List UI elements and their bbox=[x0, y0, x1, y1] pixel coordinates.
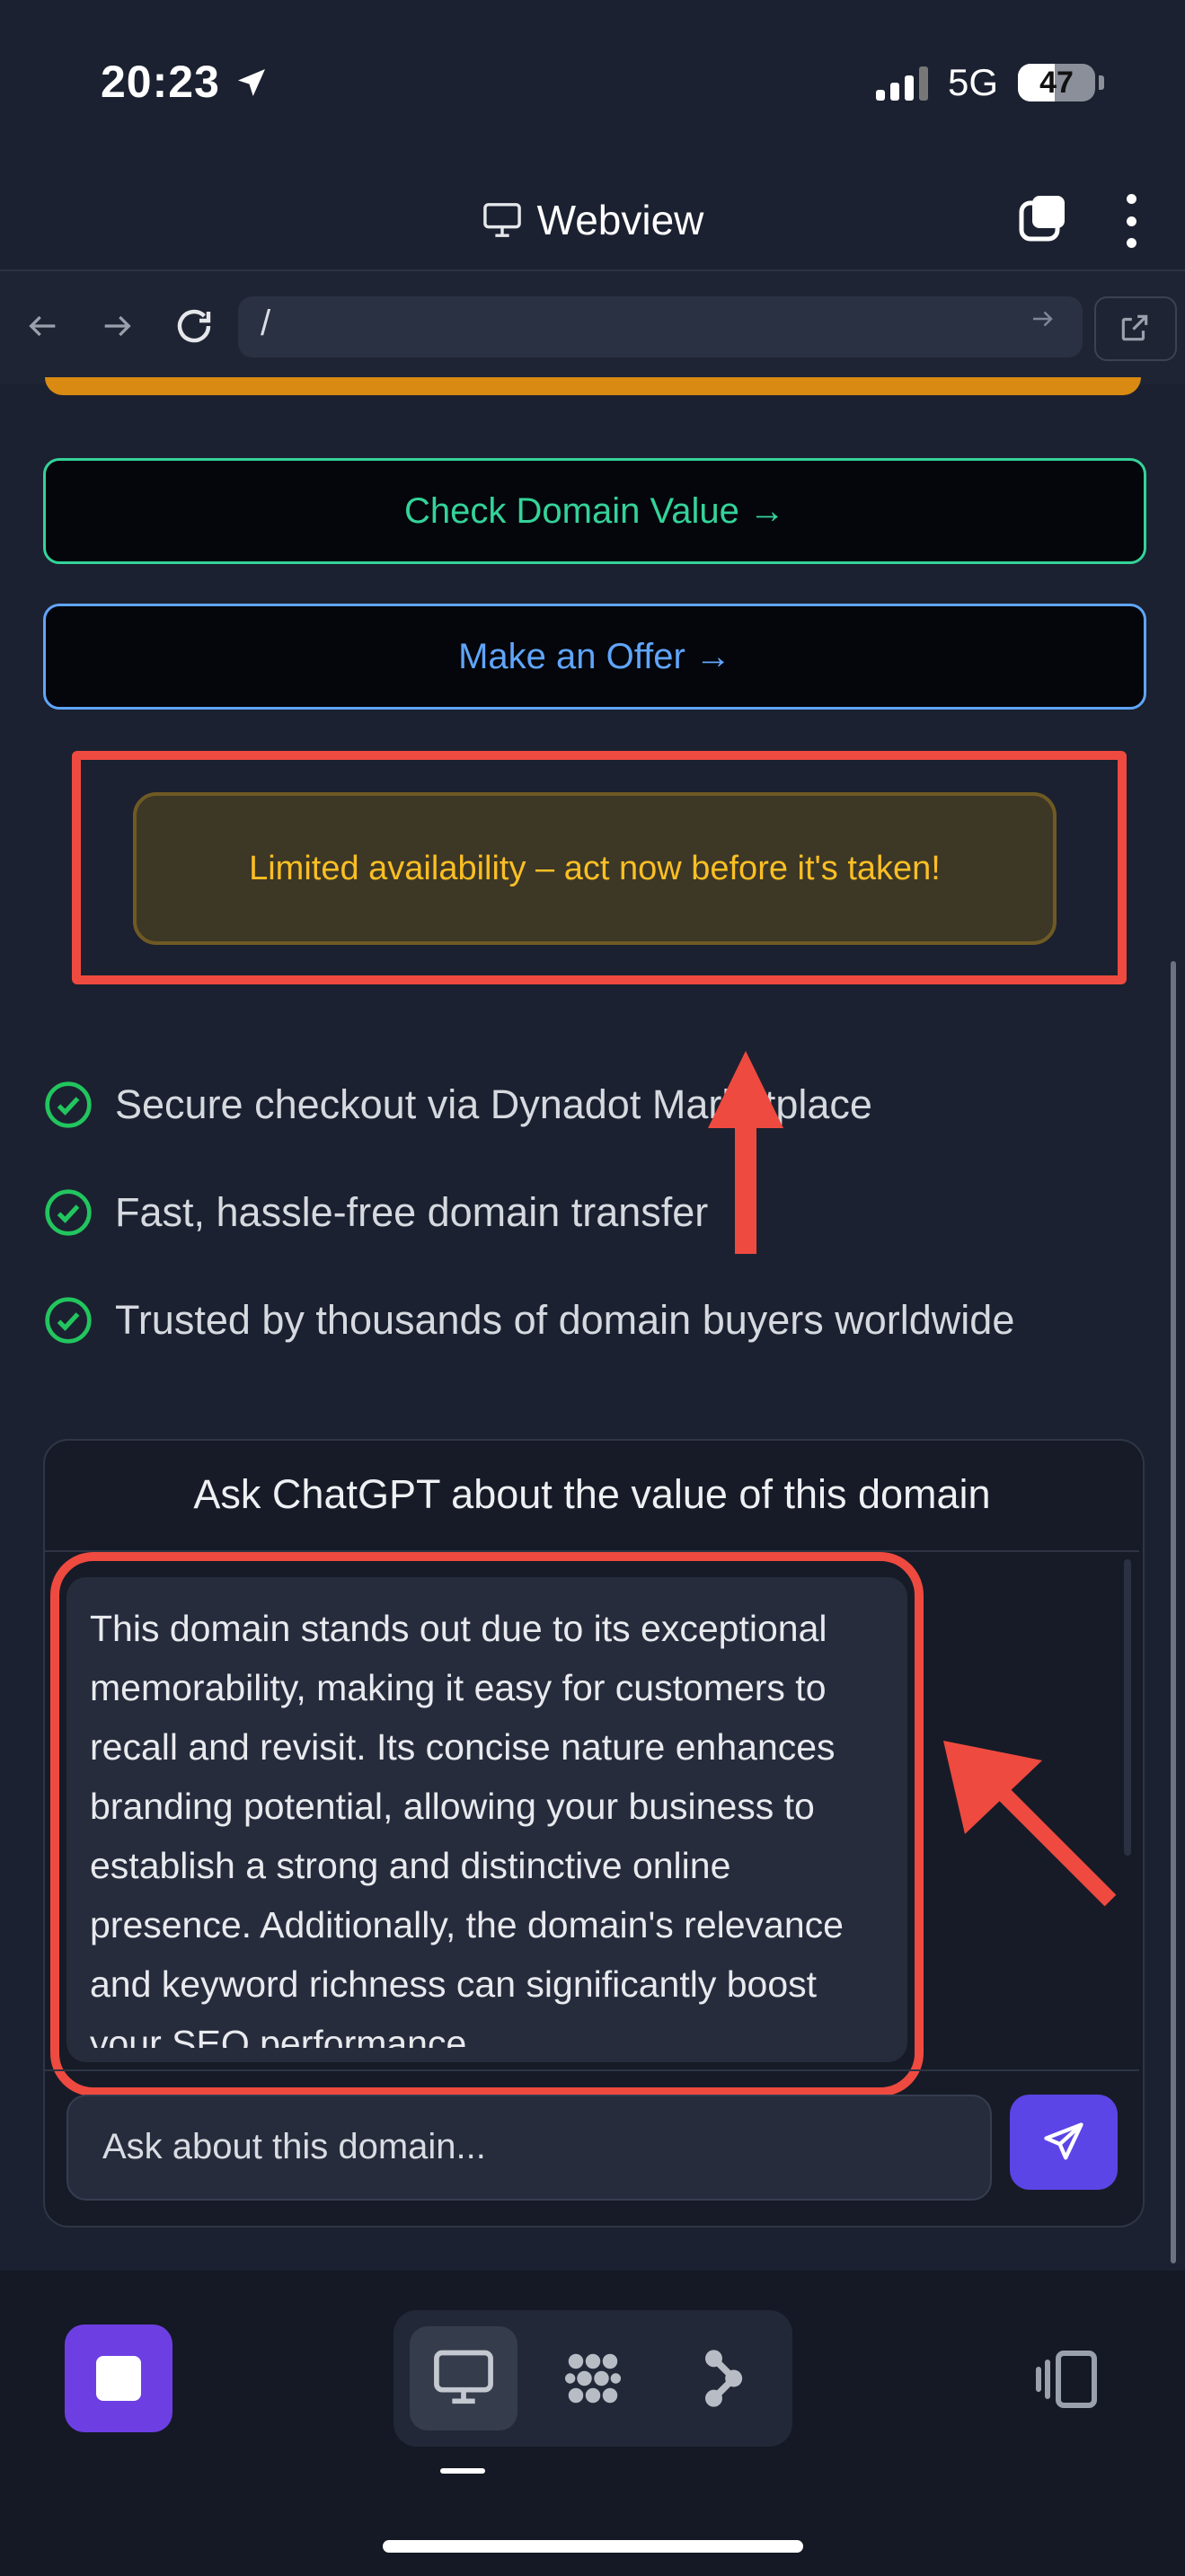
desktop-icon[interactable] bbox=[428, 2344, 500, 2413]
battery-level: 47 bbox=[1039, 65, 1074, 100]
time-label: 20:23 bbox=[101, 57, 220, 107]
url-input[interactable] bbox=[238, 296, 1083, 357]
stop-icon bbox=[96, 2356, 141, 2401]
page-scrollbar[interactable] bbox=[1171, 961, 1176, 2263]
grid-dots-icon[interactable] bbox=[557, 2344, 629, 2413]
signal-icon bbox=[875, 65, 928, 101]
stop-button[interactable] bbox=[65, 2325, 172, 2432]
branch-icon[interactable] bbox=[686, 2344, 758, 2413]
active-tab-indicator bbox=[440, 2468, 485, 2474]
check-circle-icon bbox=[45, 1189, 92, 1236]
monitor-icon bbox=[482, 203, 521, 237]
home-indicator bbox=[383, 2540, 803, 2553]
more-options-icon[interactable] bbox=[1120, 194, 1142, 248]
go-arrow-icon[interactable] bbox=[1029, 305, 1056, 340]
battery-icon: 47 bbox=[1018, 64, 1095, 101]
check-circle-icon bbox=[45, 1297, 92, 1344]
status-time: 20:23 bbox=[101, 56, 270, 108]
make-offer-button[interactable]: Make an Offer → bbox=[43, 604, 1146, 710]
arrow-right-icon[interactable] bbox=[90, 295, 144, 357]
send-button[interactable] bbox=[1010, 2095, 1118, 2190]
send-icon bbox=[1044, 2122, 1083, 2160]
reload-icon[interactable] bbox=[167, 295, 221, 357]
feature-label: Fast, hassle-free domain transfer bbox=[115, 1189, 709, 1235]
check-domain-value-button[interactable]: Check Domain Value → bbox=[43, 458, 1146, 564]
external-link-icon bbox=[1121, 314, 1148, 341]
check-circle-icon bbox=[45, 1081, 92, 1128]
feature-item: Secure checkout via Dynadot Marketplace bbox=[43, 1080, 872, 1130]
panel-toggle-icon[interactable] bbox=[1033, 2348, 1101, 2411]
chat-input-placeholder: Ask about this domain... bbox=[102, 2127, 486, 2166]
chat-input-divider bbox=[45, 2069, 1139, 2071]
feature-label: Secure checkout via Dynadot Marketplace bbox=[115, 1081, 872, 1127]
feature-item: Trusted by thousands of domain buyers wo… bbox=[43, 1295, 1014, 1345]
url-text: / bbox=[261, 304, 271, 343]
chat-scrollbar[interactable] bbox=[1124, 1559, 1131, 1856]
arrow-left-icon[interactable] bbox=[16, 295, 70, 357]
title-label: Webview bbox=[536, 197, 704, 243]
page-title: Webview bbox=[0, 196, 1185, 244]
tabs-icon[interactable] bbox=[1018, 194, 1068, 244]
location-arrow-icon bbox=[237, 69, 265, 96]
external-link-button[interactable] bbox=[1094, 296, 1177, 361]
annotation-highlight-box bbox=[50, 1552, 924, 2096]
feature-label: Trusted by thousands of domain buyers wo… bbox=[115, 1297, 1015, 1343]
availability-notice: Limited availability – act now before it… bbox=[133, 792, 1057, 945]
status-indicators: 5G 47 bbox=[875, 61, 1104, 104]
feature-item: Fast, hassle-free domain transfer bbox=[43, 1187, 708, 1238]
buy-button-edge[interactable] bbox=[45, 377, 1141, 395]
network-label: 5G bbox=[947, 61, 998, 103]
chat-title: Ask ChatGPT about the value of this doma… bbox=[193, 1471, 991, 1517]
